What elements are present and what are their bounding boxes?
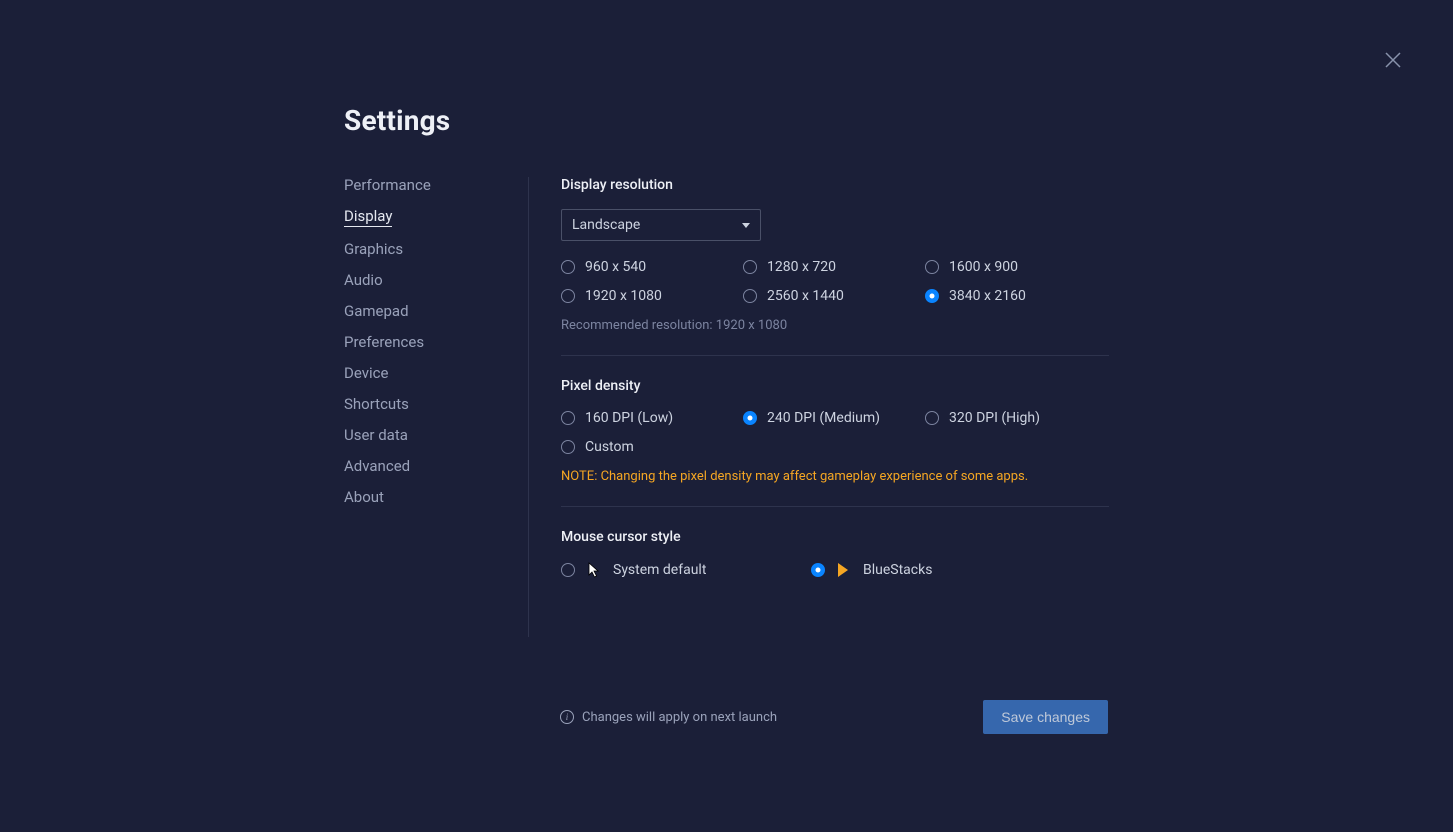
radio-icon <box>925 289 939 303</box>
section-title-pixel-density: Pixel density <box>561 378 1109 394</box>
radio-icon <box>925 411 939 425</box>
chevron-down-icon <box>742 223 750 228</box>
dpi-option[interactable]: Custom <box>561 439 743 455</box>
cursor-option-label: System default <box>613 562 706 578</box>
radio-icon <box>743 289 757 303</box>
resolution-option-label: 1280 x 720 <box>767 259 836 275</box>
settings-footer: i Changes will apply on next launch Save… <box>560 700 1108 734</box>
sidebar-item-about[interactable]: About <box>344 489 384 506</box>
dpi-option[interactable]: 240 DPI (Medium) <box>743 410 925 426</box>
pixel-density-note: NOTE: Changing the pixel density may aff… <box>561 469 1109 484</box>
sidebar-item-preferences[interactable]: Preferences <box>344 334 424 351</box>
sidebar-item-performance[interactable]: Performance <box>344 177 431 194</box>
sidebar-item-advanced[interactable]: Advanced <box>344 458 410 475</box>
section-mouse-cursor: Mouse cursor style System default BlueSta… <box>561 529 1109 615</box>
orientation-select[interactable]: Landscape <box>561 209 761 241</box>
system-cursor-icon <box>585 561 603 579</box>
dpi-option-label: 320 DPI (High) <box>949 410 1040 426</box>
resolution-option[interactable]: 3840 x 2160 <box>925 288 1107 304</box>
radio-icon <box>811 563 825 577</box>
sidebar-item-device[interactable]: Device <box>344 365 388 382</box>
bluestacks-cursor-icon <box>835 561 853 579</box>
resolution-option[interactable]: 960 x 540 <box>561 259 743 275</box>
section-pixel-density: Pixel density 160 DPI (Low) 240 DPI (Medi… <box>561 378 1109 507</box>
recommended-resolution-text: Recommended resolution: 1920 x 1080 <box>561 318 1109 333</box>
radio-icon <box>743 260 757 274</box>
section-title-resolution: Display resolution <box>561 177 1109 193</box>
resolution-option[interactable]: 1920 x 1080 <box>561 288 743 304</box>
sidebar-item-shortcuts[interactable]: Shortcuts <box>344 396 409 413</box>
radio-icon <box>561 440 575 454</box>
resolution-option[interactable]: 2560 x 1440 <box>743 288 925 304</box>
sidebar-item-audio[interactable]: Audio <box>344 272 383 289</box>
section-display-resolution: Display resolution Landscape 960 x 540 12… <box>561 177 1109 356</box>
radio-icon <box>925 260 939 274</box>
resolution-option-label: 960 x 540 <box>585 259 646 275</box>
radio-icon <box>561 260 575 274</box>
close-icon <box>1384 51 1402 69</box>
cursor-option[interactable]: System default <box>561 561 811 579</box>
settings-content: Display resolution Landscape 960 x 540 12… <box>529 177 1109 637</box>
resolution-option-label: 1920 x 1080 <box>585 288 662 304</box>
dpi-option[interactable]: 320 DPI (High) <box>925 410 1107 426</box>
close-button[interactable] <box>1381 48 1405 72</box>
radio-icon <box>743 411 757 425</box>
orientation-selected-value: Landscape <box>572 217 640 233</box>
dpi-option-label: 240 DPI (Medium) <box>767 410 880 426</box>
resolution-option-label: 3840 x 2160 <box>949 288 1026 304</box>
dpi-option-label: Custom <box>585 439 634 455</box>
sidebar-item-user-data[interactable]: User data <box>344 427 408 444</box>
resolution-option-label: 1600 x 900 <box>949 259 1018 275</box>
resolution-option[interactable]: 1280 x 720 <box>743 259 925 275</box>
dpi-option-label: 160 DPI (Low) <box>585 410 673 426</box>
radio-icon <box>561 289 575 303</box>
sidebar-item-display[interactable]: Display <box>344 208 392 227</box>
save-changes-button[interactable]: Save changes <box>983 700 1108 734</box>
cursor-option[interactable]: BlueStacks <box>811 561 1061 579</box>
sidebar-item-gamepad[interactable]: Gamepad <box>344 303 409 320</box>
radio-icon <box>561 411 575 425</box>
footer-info-text: Changes will apply on next launch <box>582 710 777 725</box>
resolution-option-label: 2560 x 1440 <box>767 288 844 304</box>
info-icon: i <box>560 710 574 724</box>
radio-icon <box>561 563 575 577</box>
section-title-mouse-cursor: Mouse cursor style <box>561 529 1109 545</box>
dpi-option[interactable]: 160 DPI (Low) <box>561 410 743 426</box>
resolution-option[interactable]: 1600 x 900 <box>925 259 1107 275</box>
settings-sidebar: Performance Display Graphics Audio Gamepad Pr… <box>344 177 529 637</box>
page-title: Settings <box>344 104 1110 137</box>
sidebar-item-graphics[interactable]: Graphics <box>344 241 403 258</box>
cursor-option-label: BlueStacks <box>863 562 932 578</box>
